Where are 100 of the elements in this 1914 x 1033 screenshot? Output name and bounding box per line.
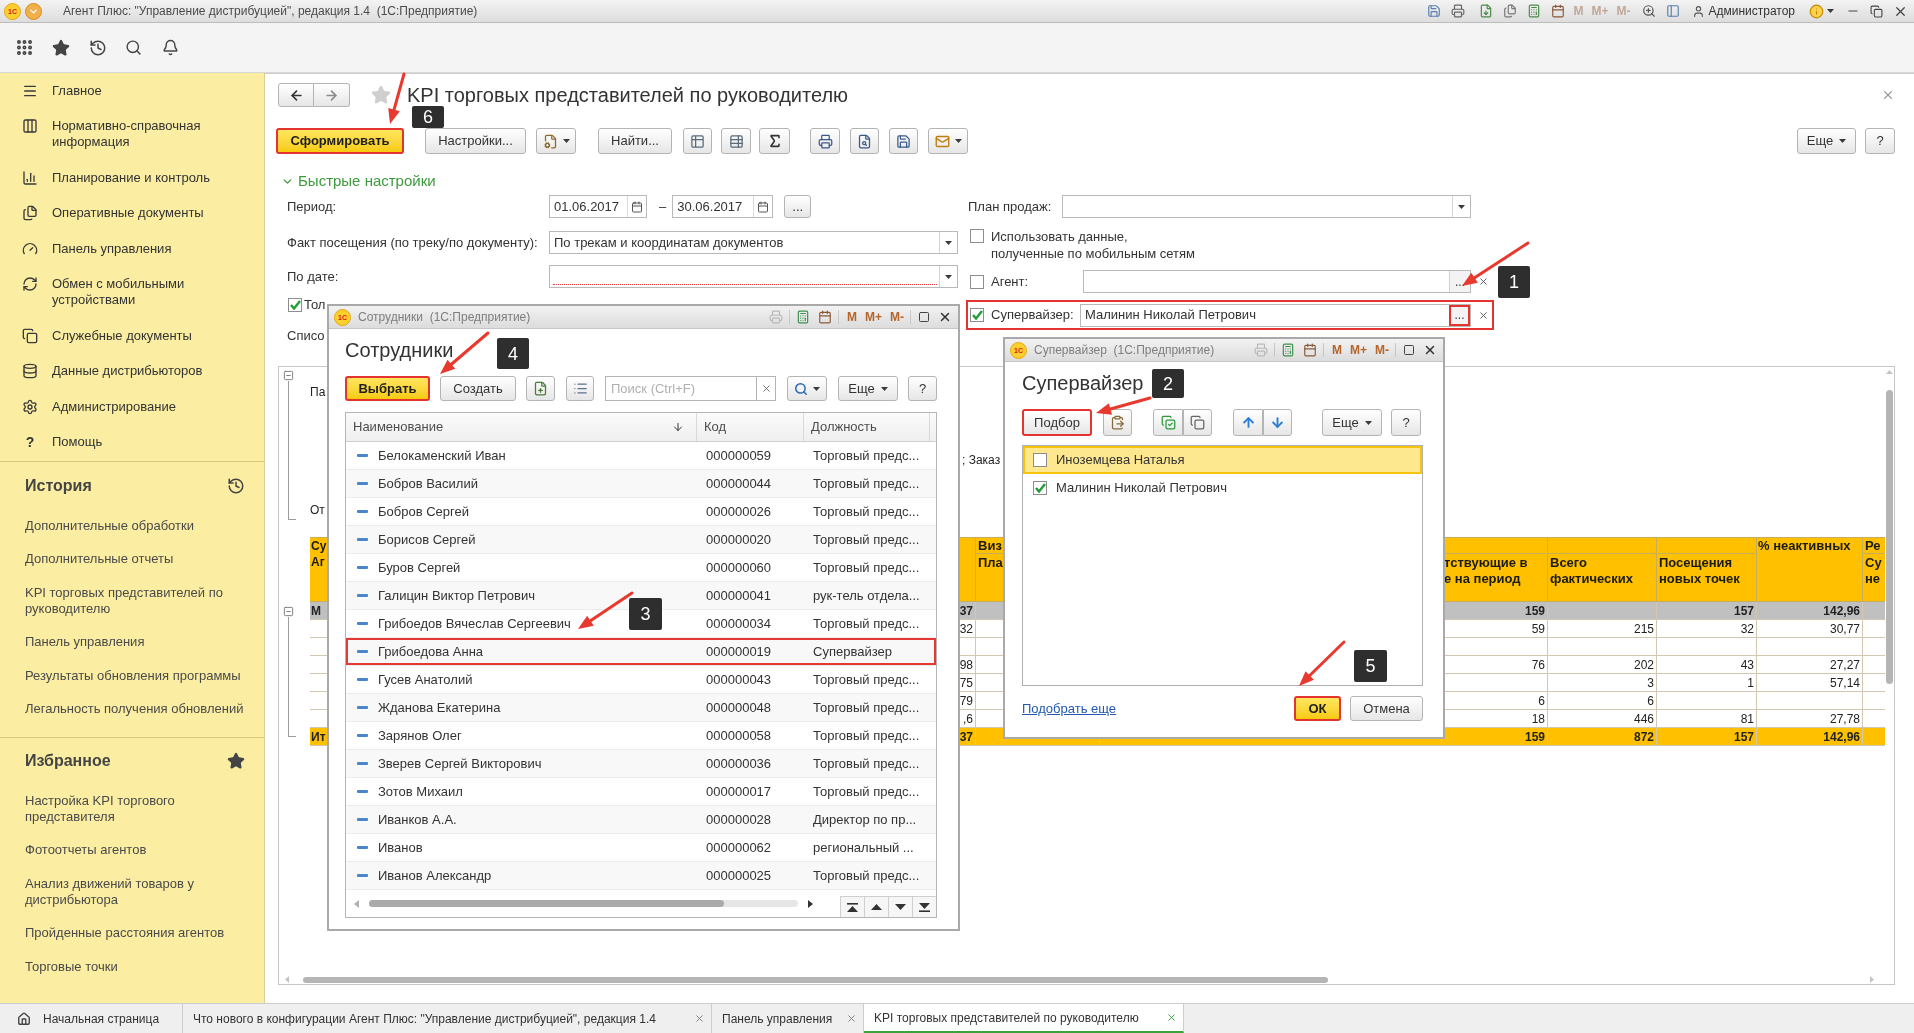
period-options-button[interactable]: ... bbox=[784, 195, 812, 218]
restore-icon[interactable] bbox=[1870, 4, 1883, 18]
add-file-button[interactable] bbox=[526, 376, 555, 401]
open-tab[interactable]: Начальная страница bbox=[0, 1004, 183, 1033]
clear-icon[interactable] bbox=[1478, 309, 1489, 321]
apps-grid-icon[interactable] bbox=[15, 38, 34, 57]
column-header[interactable]: Наименование bbox=[346, 413, 697, 441]
history-link[interactable]: Результаты обновления программы bbox=[0, 659, 264, 693]
print-button[interactable] bbox=[810, 128, 840, 154]
ok-button[interactable]: ОК bbox=[1294, 696, 1341, 721]
scrollbar-thumb[interactable] bbox=[303, 976, 1328, 983]
sum-button[interactable] bbox=[759, 128, 790, 154]
table-row[interactable]: Грибоедова Анна 000000019 Супервайзер bbox=[346, 638, 936, 666]
search-field[interactable]: Поиск (Ctrl+F) bbox=[605, 376, 756, 401]
file-download-icon[interactable] bbox=[1479, 4, 1494, 18]
section-link[interactable]: Обмен с мобильными устройствами bbox=[0, 266, 264, 318]
collapse-toggle-icon[interactable] bbox=[283, 370, 294, 381]
favorite-link[interactable]: Фотоотчеты агентов bbox=[0, 833, 264, 867]
favorite-link[interactable]: Анализ движений товаров у дистрибьютора bbox=[0, 867, 264, 917]
select-field[interactable]: По трекам и координатам документов bbox=[549, 231, 958, 254]
select-field[interactable] bbox=[1062, 195, 1471, 218]
quick-settings-link[interactable]: Быстрые настройки bbox=[298, 169, 436, 193]
checkbox[interactable] bbox=[970, 308, 984, 322]
favorite-link[interactable]: Торговые точки bbox=[0, 950, 264, 984]
history-link[interactable]: Дополнительные обработки bbox=[0, 509, 264, 543]
table-row[interactable]: Иванков А.А. 000000028 Директор по пр... bbox=[346, 806, 936, 834]
maximize-icon[interactable] bbox=[918, 311, 930, 323]
user-name[interactable]: Администратор bbox=[1708, 2, 1795, 20]
zoom-icon[interactable] bbox=[1642, 4, 1657, 18]
more-options-button[interactable]: ... bbox=[1449, 304, 1470, 326]
history-link[interactable]: KPI торговых представителей по руководителю bbox=[0, 576, 264, 626]
open-tab[interactable]: Что нового в конфигурации Агент Плюс: "Управление дистрибуцией", редакция 1.4 bbox=[183, 1004, 712, 1033]
section-link[interactable]: Планирование и контроль bbox=[0, 160, 264, 196]
search-icon[interactable] bbox=[125, 39, 142, 56]
checkbox[interactable] bbox=[1033, 481, 1047, 495]
checkbox[interactable] bbox=[970, 229, 984, 243]
paste-button[interactable] bbox=[1103, 409, 1132, 436]
print-icon[interactable] bbox=[1451, 4, 1466, 18]
more-options-button[interactable]: ... bbox=[1449, 271, 1470, 292]
help-button[interactable]: ? bbox=[1865, 128, 1895, 154]
memory-button[interactable]: M+ bbox=[1350, 344, 1367, 356]
section-link[interactable]: ? Помощь bbox=[0, 424, 264, 460]
history-link[interactable]: Легальность получения обновлений bbox=[0, 692, 264, 726]
input-field[interactable]: Малинин Николай Петрович ... bbox=[1080, 303, 1471, 327]
calculator-icon[interactable] bbox=[796, 310, 810, 324]
close-icon[interactable] bbox=[1423, 343, 1437, 357]
memory-button[interactable]: M bbox=[847, 311, 857, 323]
maximize-icon[interactable] bbox=[1403, 344, 1415, 356]
section-link[interactable]: Панель управления bbox=[0, 231, 264, 267]
back-button[interactable] bbox=[278, 83, 314, 107]
date-field[interactable]: 01.06.2017 bbox=[549, 195, 647, 218]
scrollbar-thumb[interactable] bbox=[369, 900, 724, 907]
move-down-button[interactable] bbox=[1263, 409, 1292, 436]
list-button[interactable] bbox=[566, 376, 594, 401]
uncheck-all-button[interactable] bbox=[1183, 409, 1212, 436]
more-button[interactable]: Еще bbox=[838, 376, 898, 401]
favorite-link[interactable]: Настройка KPI торгового представителя bbox=[0, 784, 264, 834]
preview-button[interactable] bbox=[850, 128, 879, 154]
history-icon[interactable] bbox=[227, 476, 245, 495]
mail-button[interactable] bbox=[928, 128, 968, 154]
find-button[interactable]: Найти... bbox=[598, 128, 672, 154]
memory-button[interactable]: M+ bbox=[865, 311, 882, 323]
scroll-down-button[interactable] bbox=[888, 896, 912, 917]
table-row[interactable]: Иванов Александр 000000025 Торговый предс... bbox=[346, 862, 936, 890]
scroll-up-button[interactable] bbox=[864, 896, 888, 917]
column-header[interactable]: Должность bbox=[804, 413, 930, 441]
scroll-right-icon[interactable] bbox=[808, 899, 813, 908]
favorite-star-icon[interactable] bbox=[371, 85, 391, 105]
open-tab[interactable]: KPI торговых представителей по руководителю bbox=[864, 1004, 1184, 1033]
scrollbar-thumb[interactable] bbox=[1886, 390, 1893, 684]
search-button[interactable] bbox=[787, 376, 827, 401]
pick-button[interactable]: Подбор bbox=[1022, 409, 1092, 436]
scroll-to-top-button[interactable] bbox=[840, 896, 864, 917]
memory-button[interactable]: M bbox=[1332, 344, 1342, 356]
main-menu-button[interactable] bbox=[25, 2, 42, 20]
more-button[interactable]: Еще bbox=[1322, 409, 1382, 436]
help-button[interactable]: ? bbox=[908, 376, 937, 401]
section-link[interactable]: Главное bbox=[0, 73, 264, 109]
calculator-icon[interactable] bbox=[1281, 343, 1295, 357]
pick-more-link[interactable]: Подобрать еще bbox=[1022, 698, 1117, 719]
clear-icon[interactable] bbox=[1478, 276, 1489, 287]
table-row[interactable]: Жданова Екатерина 000000048 Торговый предс... bbox=[346, 694, 936, 722]
history-link[interactable]: Панель управления bbox=[0, 625, 264, 659]
checkbox[interactable] bbox=[970, 274, 984, 289]
more-button[interactable]: Еще bbox=[1797, 128, 1856, 154]
section-link[interactable]: Администрирование bbox=[0, 389, 264, 425]
memory-button[interactable]: M- bbox=[1375, 344, 1389, 356]
generate-button[interactable]: Сформировать bbox=[276, 128, 404, 154]
settings-button[interactable]: Настройки... bbox=[425, 128, 526, 154]
close-icon[interactable] bbox=[938, 310, 952, 324]
memory-button[interactable]: M- bbox=[890, 311, 904, 323]
section-link[interactable]: Оперативные документы bbox=[0, 195, 264, 231]
select-button[interactable]: Выбрать bbox=[345, 376, 430, 401]
move-up-button[interactable] bbox=[1233, 409, 1263, 436]
history-icon[interactable] bbox=[89, 38, 107, 57]
calendar-icon[interactable] bbox=[1303, 343, 1317, 357]
list-item[interactable]: Иноземцева Наталья bbox=[1023, 446, 1422, 474]
scroll-to-bottom-button[interactable] bbox=[912, 896, 936, 917]
save-icon[interactable] bbox=[1427, 4, 1442, 18]
table-row[interactable]: Бобров Василий 000000044 Торговый предс... bbox=[346, 470, 936, 498]
